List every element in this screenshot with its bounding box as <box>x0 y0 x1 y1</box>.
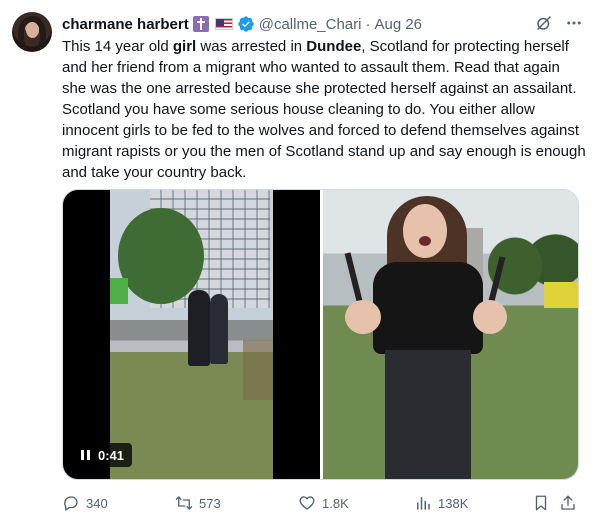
video-time-pill[interactable]: 0:41 <box>73 443 133 467</box>
photo[interactable] <box>323 190 578 479</box>
like-icon <box>299 496 315 510</box>
share-icon <box>561 495 575 510</box>
bookmark-icon <box>535 495 547 511</box>
share-button[interactable] <box>559 494 577 512</box>
reply-icon <box>64 496 78 511</box>
pause-icon[interactable] <box>81 450 90 460</box>
video-time: 0:41 <box>98 447 125 463</box>
tweet-header: charmane harbert @callme_Chari · Aug 26 <box>62 13 422 35</box>
avatar[interactable] <box>12 12 52 52</box>
view-count: 138K <box>438 495 469 511</box>
reply-count: 340 <box>86 495 108 511</box>
video-frame <box>110 190 273 479</box>
repost-button[interactable]: 573 <box>175 494 221 512</box>
bold-dundee: Dundee <box>306 38 362 55</box>
verified-badge-icon[interactable] <box>237 15 255 33</box>
views-button[interactable]: 138K <box>414 494 468 512</box>
separator-dot: · <box>365 15 371 33</box>
cross-badge-icon <box>192 16 209 32</box>
bold-girl: girl <box>172 38 197 55</box>
display-name[interactable]: charmane harbert <box>62 16 189 33</box>
views-icon <box>417 497 430 510</box>
more-icon[interactable] <box>565 14 583 32</box>
post-date[interactable]: Aug 26 <box>374 16 422 33</box>
video-player[interactable]: 0:41 <box>63 190 320 479</box>
action-bar: 340 573 1.8K 138K <box>62 492 582 514</box>
bookmark-button[interactable] <box>532 494 550 512</box>
tweet-text: This 14 year old girl was arrested in Du… <box>62 38 586 181</box>
top-actions <box>535 14 583 32</box>
tweet[interactable]: charmane harbert @callme_Chari · Aug 26 … <box>0 0 597 520</box>
like-button[interactable]: 1.8K <box>298 494 349 512</box>
us-flag-icon <box>214 18 233 30</box>
like-count: 1.8K <box>322 495 349 511</box>
repost-count: 573 <box>199 495 221 511</box>
grok-icon[interactable] <box>535 14 553 32</box>
handle[interactable]: @callme_Chari <box>259 16 362 33</box>
media-container[interactable]: 0:41 <box>62 189 579 480</box>
repost-icon <box>175 496 193 510</box>
reply-button[interactable]: 340 <box>62 494 108 512</box>
